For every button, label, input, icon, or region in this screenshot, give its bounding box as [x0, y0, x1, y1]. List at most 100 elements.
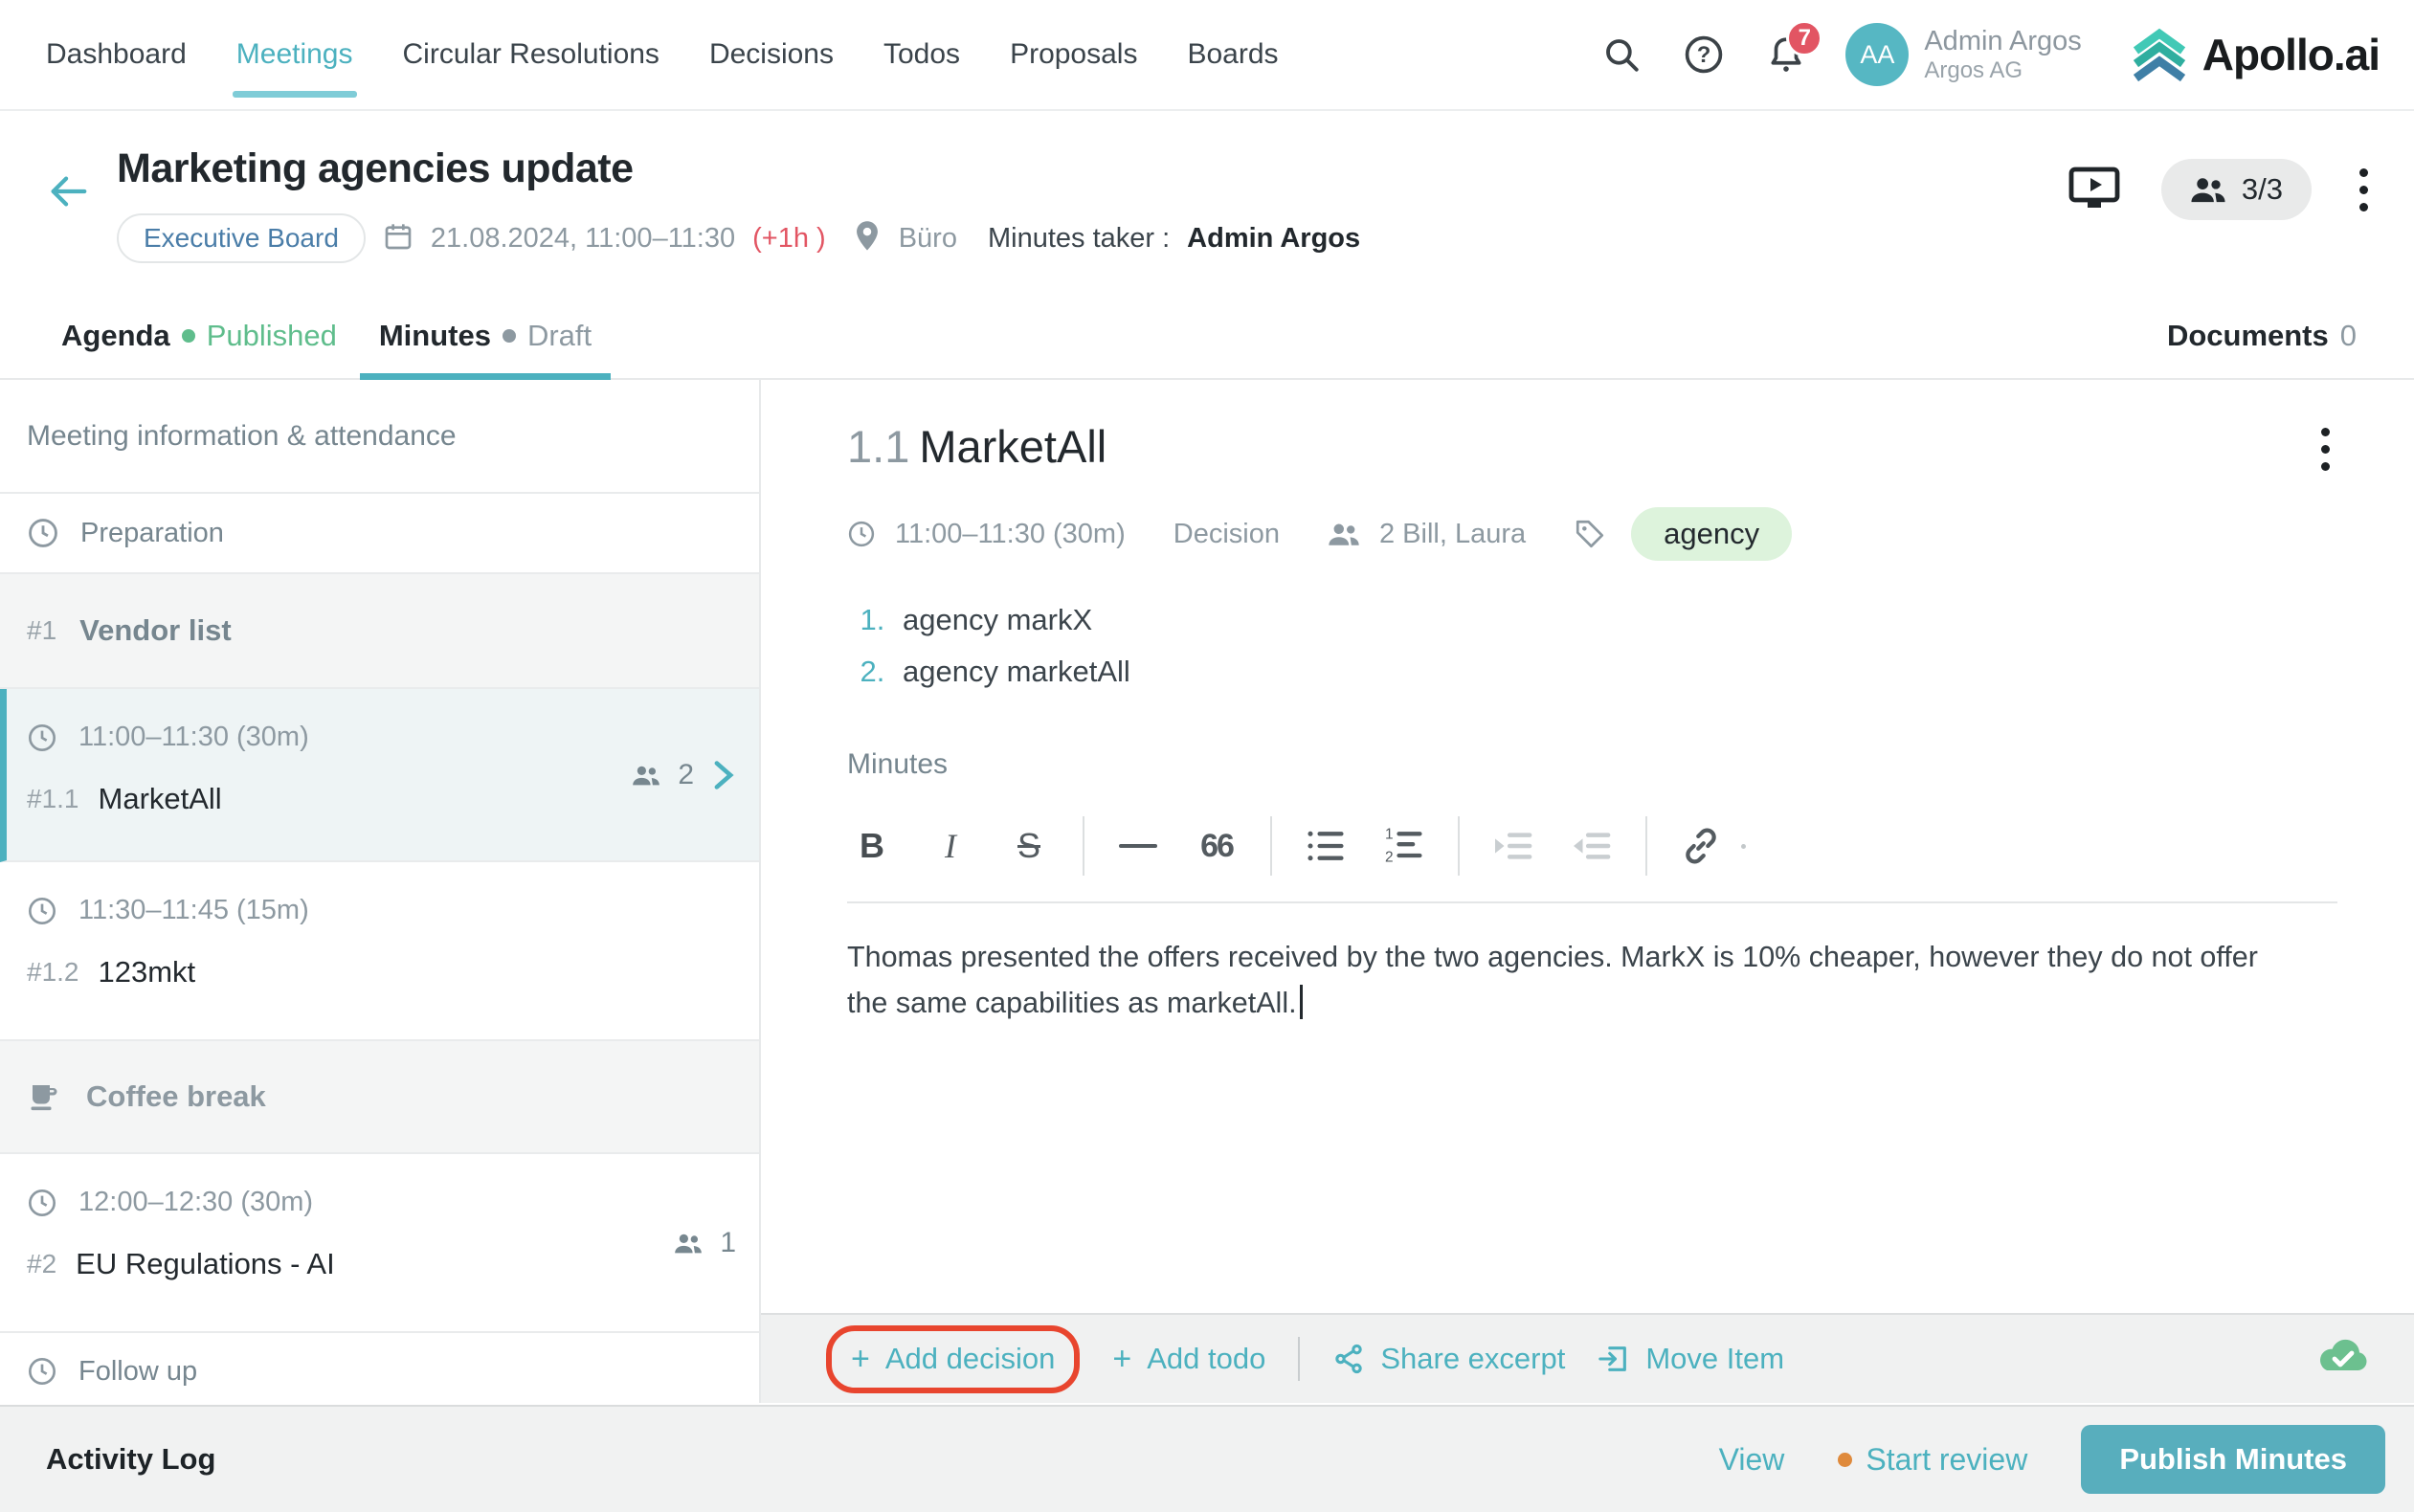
tab-documents[interactable]: Documents 0 [2167, 319, 2357, 353]
sidebar-item-coffee-break[interactable]: Coffee break [0, 1041, 759, 1154]
chevron-right-icon[interactable] [711, 760, 736, 790]
people-icon [1329, 523, 1359, 545]
view-button[interactable]: View [1719, 1442, 1785, 1478]
coffee-icon [31, 1085, 57, 1111]
blockquote-icon[interactable]: 66 [1192, 828, 1241, 865]
clock-icon [848, 521, 875, 547]
presentation-icon[interactable] [2068, 164, 2121, 216]
share-excerpt-button[interactable]: Share excerpt [1332, 1342, 1565, 1376]
bold-icon[interactable]: B [847, 826, 897, 866]
agenda-sidebar: Meeting information & attendance Prepara… [0, 380, 761, 1403]
tag-agency[interactable]: agency [1631, 507, 1793, 561]
publish-minutes-button[interactable]: Publish Minutes [2081, 1425, 2385, 1494]
indent-icon[interactable] [1488, 828, 1538, 864]
people-icon [675, 1234, 703, 1253]
move-item-label: Move Item [1645, 1342, 1785, 1375]
item-time: 12:00–12:30 (30m) [78, 1187, 314, 1217]
help-icon[interactable]: ? [1681, 32, 1727, 78]
search-icon[interactable] [1598, 32, 1644, 78]
user-name: Admin Argos [1924, 25, 2082, 56]
org-name: Argos AG [1924, 56, 2023, 83]
brand-name: Apollo.ai [2202, 30, 2380, 79]
add-decision-button[interactable]: + Add decision [851, 1341, 1055, 1378]
user-menu[interactable]: AA Admin Argos Argos AG [1845, 23, 2082, 86]
move-item-icon [1598, 1346, 1627, 1371]
tab-minutes[interactable]: Minutes Draft [359, 293, 612, 380]
sidebar-item-vendor-list[interactable]: #1 Vendor list [0, 574, 759, 689]
item-right: 1 [674, 1227, 736, 1259]
add-todo-button[interactable]: + Add todo [1112, 1341, 1265, 1378]
location-pin-icon [853, 220, 882, 257]
attendee-count: 1 [720, 1226, 736, 1258]
item-time-line: 11:30–11:45 (15m) [27, 895, 736, 926]
attendance-pill[interactable]: 3/3 [2160, 159, 2312, 220]
activity-log-button[interactable]: Activity Log [46, 1442, 215, 1477]
start-review-button[interactable]: Start review [1838, 1442, 2027, 1478]
minutes-editor[interactable]: Thomas presented the offers received by … [847, 901, 2337, 1217]
tag-icon [1576, 520, 1604, 548]
item-time: 11:00–11:30 (30m) [78, 722, 309, 752]
tabs-row: Agenda Published Minutes Draft Documents… [0, 293, 2414, 380]
sidebar-item-follow-up[interactable]: Follow up [0, 1333, 759, 1403]
actionbar-divider [1298, 1337, 1301, 1381]
nav-proposals[interactable]: Proposals [1010, 0, 1137, 109]
nav-dashboard[interactable]: Dashboard [46, 0, 187, 109]
item-title-line: #2 EU Regulations - AI [27, 1247, 736, 1281]
share-icon [1335, 1344, 1363, 1374]
item-number: #2 [27, 1249, 57, 1279]
share-excerpt-label: Share excerpt [1380, 1342, 1566, 1375]
tab-agenda[interactable]: Agenda Published [61, 293, 337, 378]
header-actions: 3/3 [2068, 159, 2376, 220]
strikethrough-icon[interactable]: S [1004, 826, 1054, 866]
meeting-datetime: 21.08.2024, 11:00–11:30 [430, 222, 736, 254]
clock-icon [29, 519, 57, 547]
ordered-list-icon[interactable]: 12 [1379, 827, 1429, 865]
header-kebab-menu-icon[interactable] [2352, 161, 2376, 219]
sidebar-item-123mkt[interactable]: 11:30–11:45 (15m) #1.2 123mkt [0, 862, 759, 1041]
italic-icon[interactable]: I [926, 826, 975, 866]
item-number: #1 [27, 615, 57, 645]
move-item-button[interactable]: Move Item [1598, 1342, 1784, 1376]
toolbar-divider [1270, 816, 1272, 876]
clock-icon [29, 1358, 56, 1385]
board-badge[interactable]: Executive Board [117, 213, 366, 263]
item-title-line: #1.1 MarketAll [27, 782, 736, 816]
minutes-section-label: Minutes [847, 748, 949, 780]
people-icon [2191, 178, 2225, 203]
list-item: agency marketAll [893, 655, 2337, 689]
main-inner: 1.1 MarketAll 11:00–11:30 (30m) Decision … [761, 380, 2414, 1217]
sidebar-item-preparation[interactable]: Preparation [0, 494, 759, 574]
clock-icon [29, 1189, 56, 1216]
start-review-label: Start review [1866, 1441, 2028, 1477]
horizontal-rule-icon[interactable] [1113, 840, 1163, 852]
sidebar-item-meeting-info[interactable]: Meeting information & attendance [0, 380, 759, 494]
topic-type: Decision [1173, 518, 1280, 549]
topnav-right: ? 7 AA Admin Argos Argos AG Apollo.ai [1598, 20, 2380, 86]
topic-kebab-menu-icon[interactable] [2313, 420, 2337, 478]
documents-label: Documents [2166, 318, 2329, 352]
svg-text:1: 1 [1385, 827, 1394, 843]
nav-todos[interactable]: Todos [883, 0, 960, 109]
link-icon[interactable] [1676, 825, 1726, 867]
minutes-status: Draft [526, 318, 592, 352]
topic-time: 11:00–11:30 (30m) [895, 518, 1126, 549]
sidebar-item-marketall[interactable]: 11:00–11:30 (30m) #1.1 MarketAll 2 [0, 689, 759, 862]
avatar[interactable]: AA [1845, 23, 1910, 86]
nav-meetings[interactable]: Meetings [232, 0, 357, 109]
bell-icon[interactable]: 7 [1763, 20, 1823, 78]
toolbar-divider [1083, 816, 1084, 876]
minutes-paragraph[interactable]: Thomas presented the offers received by … [847, 934, 2283, 1026]
back-arrow-icon[interactable] [46, 172, 90, 215]
outdent-icon[interactable] [1567, 828, 1617, 864]
minutes-taker-name: Admin Argos [1187, 222, 1361, 254]
item-right: 2 [632, 759, 736, 791]
attendee-count: 2 [678, 758, 694, 790]
sidebar-item-eu-regulations[interactable]: 12:00–12:30 (30m) #2 EU Regulations - AI… [0, 1154, 759, 1333]
nav-decisions[interactable]: Decisions [709, 0, 834, 109]
item-title: 123mkt [98, 955, 196, 989]
nav-circular-resolutions[interactable]: Circular Resolutions [403, 0, 659, 109]
bullet-list-icon[interactable] [1301, 827, 1351, 865]
nav-boards[interactable]: Boards [1187, 0, 1278, 109]
item-title: Vendor list [79, 613, 232, 647]
meeting-header: Marketing agencies update Executive Boar… [0, 111, 2414, 293]
